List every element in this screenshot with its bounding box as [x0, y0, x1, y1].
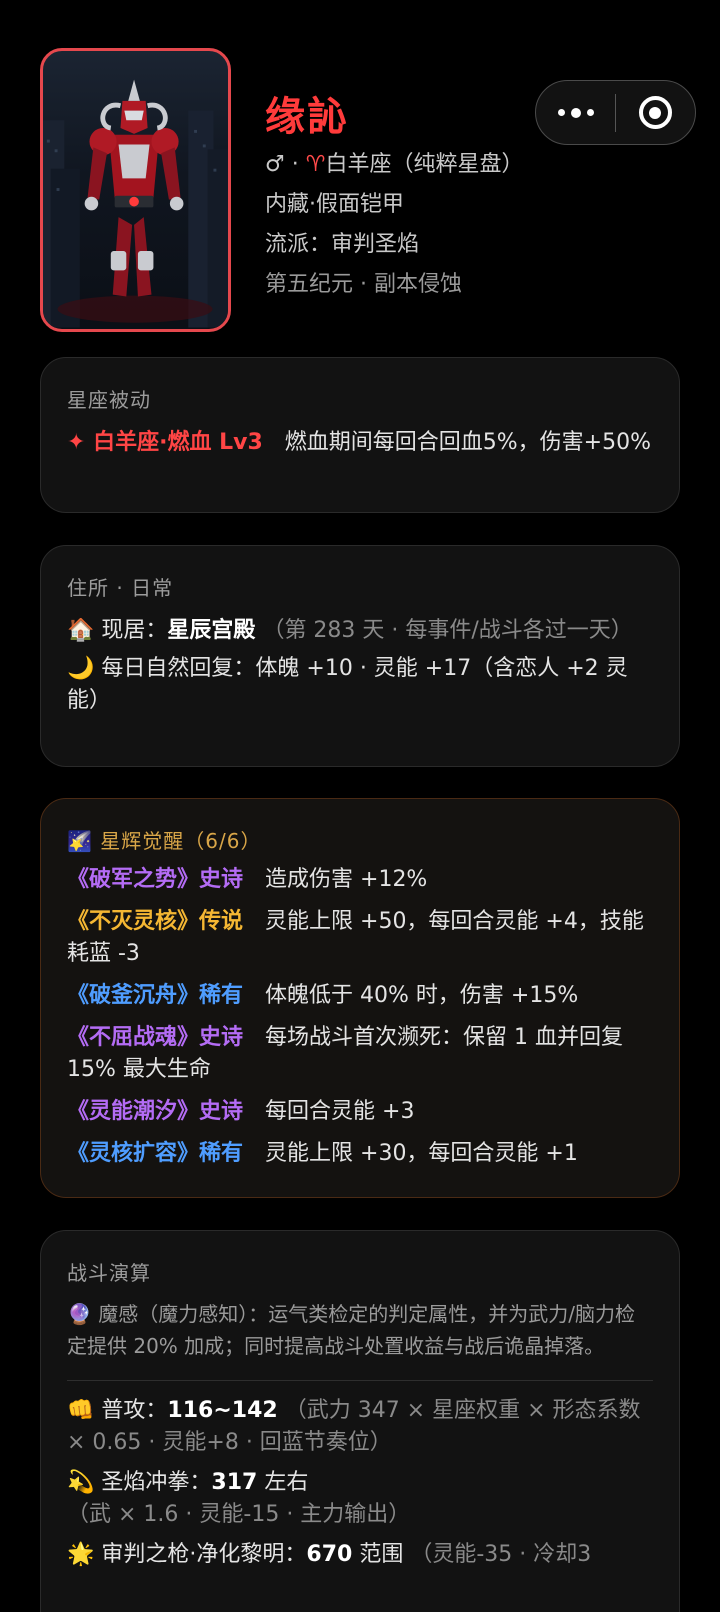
glowing-star-icon: 🌟 — [67, 1542, 95, 1567]
aries-icon: ♈ — [305, 152, 326, 177]
sign-text: 白羊座（纯粹星盘） — [325, 152, 524, 177]
crystal-ball-icon: 🔮 — [67, 1302, 92, 1326]
skill-suffix: 左右 — [257, 1470, 309, 1495]
ult-suffix: 范围 — [352, 1542, 404, 1567]
awakening-card: 🌠 星辉觉醒（6/6） 《破军之势》史诗 造成伤害 +12% 《不灭灵核》传说 灵能上… — [40, 798, 680, 1198]
skill-note: （武 × 1.6 · 灵能-15 · 主力输出） — [67, 1502, 411, 1527]
moon-icon: 🌙 — [67, 656, 95, 681]
attack-label: 普攻： — [101, 1398, 168, 1423]
armor-line: 内藏·假面铠甲 — [265, 192, 404, 217]
awakening-item: 《破釜沉舟》稀有 体魄低于 40% 时，伤害 +15% — [67, 980, 653, 1012]
school-line: 流派：审判圣焰 — [265, 232, 420, 257]
awakening-item: 《灵核扩容》稀有 灵能上限 +30，每回合灵能 +1 — [67, 1138, 653, 1170]
dizzy-star-icon: 💫 — [67, 1470, 95, 1495]
ult-row: 🌟 审判之枪·净化黎明：670 范围 （灵能-35 · 冷却3 — [67, 1539, 653, 1571]
home-value: 星辰宫殿 — [167, 618, 256, 643]
gender-text: ♂ · — [265, 152, 306, 177]
awakening-item: 《破军之势》史诗 造成伤害 +12% — [67, 864, 653, 896]
awakening-item: 《灵能潮汐》史诗 每回合灵能 +3 — [67, 1096, 653, 1128]
daily-row: 🌙 每日自然回复：体魄 +10 · 灵能 +17（含恋人 +2 灵能） — [67, 653, 653, 717]
passive-badge: ✦ 白羊座·燃血 Lv3 — [67, 430, 263, 455]
era-line: 第五纪元 · 副本侵蚀 — [265, 272, 462, 297]
house-icon: 🏠 — [67, 618, 95, 643]
sense-text: 魔感（魔力感知）：运气类检定的判定属性，并为武力/脑力检定提供 20% 加成；同… — [67, 1302, 636, 1358]
awakening-item-name: 《灵核扩容》稀有 — [67, 1141, 244, 1166]
awakening-item-desc: 每回合灵能 +3 — [265, 1099, 415, 1124]
combat-card: 战斗演算 🔮 魔感（魔力感知）：运气类检定的判定属性，并为武力/脑力检定提供 2… — [40, 1230, 680, 1612]
skill-value: 317 — [211, 1470, 258, 1495]
awakening-item-name: 《不屈战魂》史诗 — [67, 1025, 244, 1050]
target-icon[interactable] — [616, 81, 695, 144]
skill-label: 圣焰冲拳： — [101, 1470, 212, 1495]
passive-row: ✦ 白羊座·燃血 Lv3 燃血期间每回合回血5%，伤害+50% — [67, 427, 653, 459]
ult-label: 审判之枪·净化黎明： — [101, 1542, 307, 1567]
ult-note: （灵能-35 · 冷却3 — [410, 1542, 592, 1567]
shooting-star-icon: 🌠 — [67, 829, 93, 853]
awakening-item-name: 《不灭灵核》传说 — [67, 909, 244, 934]
attack-row: 👊 普攻：116~142 （武力 347 × 星座权重 × 形态系数 × 0.6… — [67, 1395, 653, 1459]
awakening-count: （6/6） — [184, 829, 262, 853]
profile-header: 缘訫 ♂ · ♈白羊座（纯粹星盘） 内藏·假面铠甲 流派：审判圣焰 第五纪元 ·… — [0, 0, 720, 360]
attack-value: 116~142 — [167, 1398, 278, 1423]
residence-title: 住所 · 日常 — [67, 576, 174, 600]
awakening-list: 《破军之势》史诗 造成伤害 +12% 《不灭灵核》传说 灵能上限 +50，每回合灵能 … — [67, 864, 653, 1170]
mini-program-capsule — [535, 80, 696, 145]
ult-value: 670 — [306, 1542, 353, 1567]
home-label: 现居： — [101, 618, 168, 643]
armored-hero-image — [43, 79, 228, 328]
residence-card: 住所 · 日常 🏠 现居：星辰宫殿 （第 283 天 · 每事件/战斗各过一天）… — [40, 545, 680, 767]
combat-title: 战斗演算 — [67, 1261, 151, 1285]
daily-text: 每日自然回复：体魄 +10 · 灵能 +17（含恋人 +2 灵能） — [67, 656, 628, 713]
awakening-title: 星辉觉醒 — [100, 829, 185, 853]
home-row: 🏠 现居：星辰宫殿 （第 283 天 · 每事件/战斗各过一天） — [67, 615, 653, 647]
passive-desc: 燃血期间每回合回血5%，伤害+50% — [284, 430, 652, 455]
awakening-item-desc: 体魄低于 40% 时，伤害 +15% — [265, 983, 579, 1008]
awakening-item: 《不屈战魂》史诗 每场战斗首次濒死：保留 1 血并回复 15% 最大生命 — [67, 1022, 653, 1086]
character-name: 缘訫 — [265, 94, 349, 140]
awakening-item-name: 《灵能潮汐》史诗 — [67, 1099, 244, 1124]
awakening-item-desc: 灵能上限 +30，每回合灵能 +1 — [265, 1141, 578, 1166]
combat-divider — [67, 1380, 653, 1381]
sign-line: ♂ · ♈白羊座（纯粹星盘） — [265, 146, 523, 178]
passive-card: 星座被动 ✦ 白羊座·燃血 Lv3 燃血期间每回合回血5%，伤害+50% — [40, 357, 680, 513]
awakening-item-desc: 造成伤害 +12% — [265, 867, 428, 892]
awakening-item: 《不灭灵核》传说 灵能上限 +50，每回合灵能 +4，技能耗蓝 -3 — [67, 906, 653, 970]
more-icon[interactable] — [536, 81, 615, 144]
home-note: （第 283 天 · 每事件/战斗各过一天） — [262, 618, 633, 643]
fist-icon: 👊 — [67, 1398, 95, 1423]
sense-row: 🔮 魔感（魔力感知）：运气类检定的判定属性，并为武力/脑力检定提供 20% 加成… — [67, 1298, 653, 1362]
awakening-item-name: 《破釜沉舟》稀有 — [67, 983, 244, 1008]
character-portrait[interactable] — [40, 48, 231, 332]
awakening-item-name: 《破军之势》史诗 — [67, 867, 244, 892]
awakening-title-row: 🌠 星辉觉醒（6/6） — [67, 825, 653, 854]
skill-row: 💫 圣焰冲拳：317 左右 （武 × 1.6 · 灵能-15 · 主力输出） — [67, 1467, 653, 1531]
passive-title: 星座被动 — [67, 388, 151, 412]
